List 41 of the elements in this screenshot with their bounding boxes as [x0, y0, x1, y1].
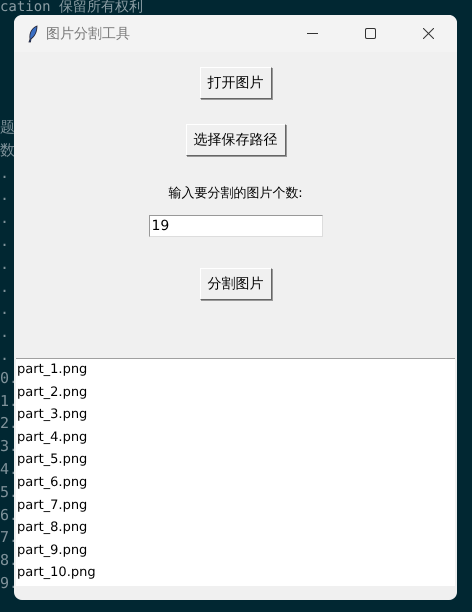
terminal-text: 4. — [0, 460, 18, 478]
terminal-text: 2. — [0, 414, 18, 432]
terminal-text: . — [0, 276, 10, 298]
terminal-text: 1. — [0, 392, 18, 410]
file-list-item[interactable]: part_7.png — [17, 494, 88, 518]
terminal-text: . — [0, 254, 10, 275]
terminal-text: 7. — [0, 528, 18, 546]
feather-icon — [28, 24, 38, 42]
file-list-item[interactable]: part_1.png — [17, 359, 88, 382]
file-list-item[interactable]: part_9.png — [17, 540, 88, 562]
terminal-text: . — [0, 208, 10, 230]
file-list-item[interactable]: part_8.png — [17, 517, 88, 540]
close-icon[interactable] — [422, 28, 434, 39]
open-image-button[interactable]: 打开图片 — [200, 67, 272, 99]
count-field[interactable]: 19 — [148, 215, 322, 237]
save-path-button[interactable]: 选择保存路径 — [186, 124, 286, 156]
file-list-item[interactable]: part_10.png — [17, 562, 96, 585]
terminal-text: . — [0, 299, 10, 320]
terminal-text: 0. — [0, 368, 18, 387]
terminal-text: 3. — [0, 437, 18, 456]
terminal-text: 5. — [0, 482, 18, 501]
terminal-text: . — [0, 185, 10, 206]
terminal-text: . — [0, 322, 10, 344]
terminal-text: . — [0, 344, 10, 366]
maximize-icon[interactable] — [364, 28, 376, 39]
minimize-icon[interactable] — [306, 33, 318, 34]
file-list-item[interactable]: part_6.png — [17, 472, 88, 495]
terminal-text: 数 — [0, 140, 16, 161]
count-label: 输入要分割的图片个数: — [168, 185, 303, 202]
file-list-item[interactable]: part_2.png — [17, 382, 88, 404]
terminal-text: 题 — [0, 117, 16, 138]
terminal-text: . — [0, 230, 10, 252]
terminal-text: . — [0, 162, 10, 184]
file-list-item[interactable]: part_4.png — [17, 426, 88, 450]
window-title: 图片分割工具 — [46, 24, 131, 42]
terminal-text: 9. — [0, 574, 18, 594]
file-list-item[interactable]: part_3.png — [17, 404, 88, 427]
terminal-text: 6. — [0, 506, 18, 524]
split-button[interactable]: 分割图片 — [200, 268, 272, 300]
terminal-text: 8. — [0, 551, 18, 570]
file-list-item[interactable]: part_5.png — [17, 449, 88, 472]
